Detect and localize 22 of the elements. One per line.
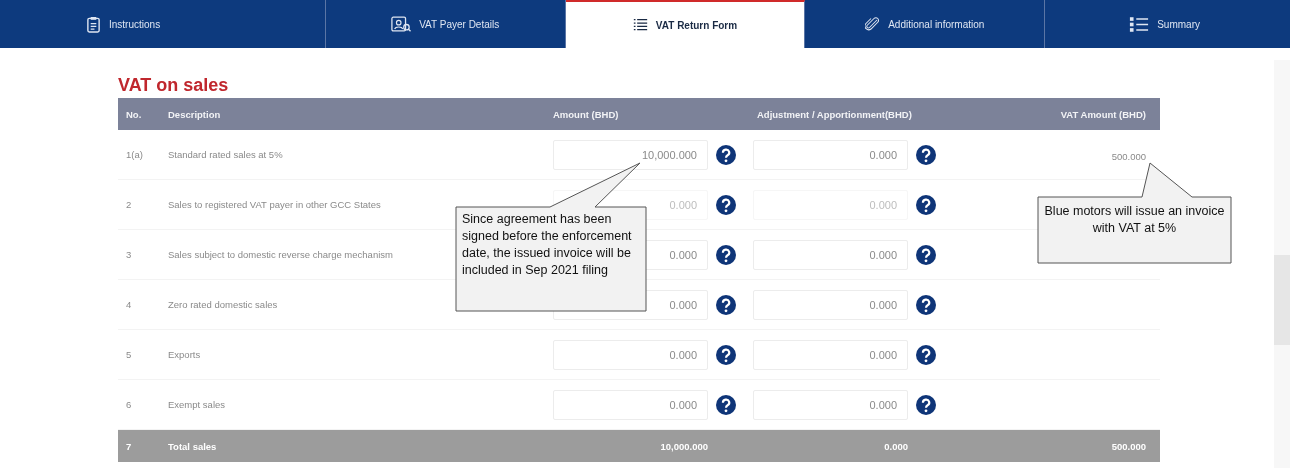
section-title: VAT on sales: [118, 75, 230, 97]
row-description: Standard rated sales at 5%: [168, 149, 283, 160]
row-number: 6: [125, 399, 132, 410]
row-description: Sales subject to domestic reverse charge mechanism: [168, 249, 393, 260]
row-number: 1(a): [125, 149, 143, 160]
row-number: 2: [125, 199, 132, 210]
column-header: VAT Amount (BHD): [1059, 108, 1147, 120]
column-header: Description: [168, 108, 222, 120]
row-description: Zero rated domestic sales: [168, 299, 278, 310]
row-description: Exempt sales: [168, 399, 226, 410]
total-row: 7 Total sales 10,000.000 0.000 500.000: [118, 430, 1160, 462]
row-number: 3: [125, 249, 132, 260]
column-header: Adjustment / Apportionment(BHD): [756, 108, 913, 120]
row-description: Exports: [168, 349, 201, 360]
column-header: No.: [125, 108, 143, 120]
row-number: 4: [125, 299, 132, 310]
column-header: Amount (BHD): [553, 108, 620, 120]
row-number: 5: [125, 349, 132, 360]
callout-tooltip: Since agreement has been signed before the enforcement date, the issued invoice will be included in Sep 2021 filing: [455, 160, 650, 312]
callout-tooltip: Blue motors will issue an invoice with VAT at 5%: [1037, 160, 1232, 264]
vat-amount: 500.000: [1111, 150, 1146, 162]
row-description: Sales to registered VAT payer in other GCC States: [168, 199, 381, 210]
